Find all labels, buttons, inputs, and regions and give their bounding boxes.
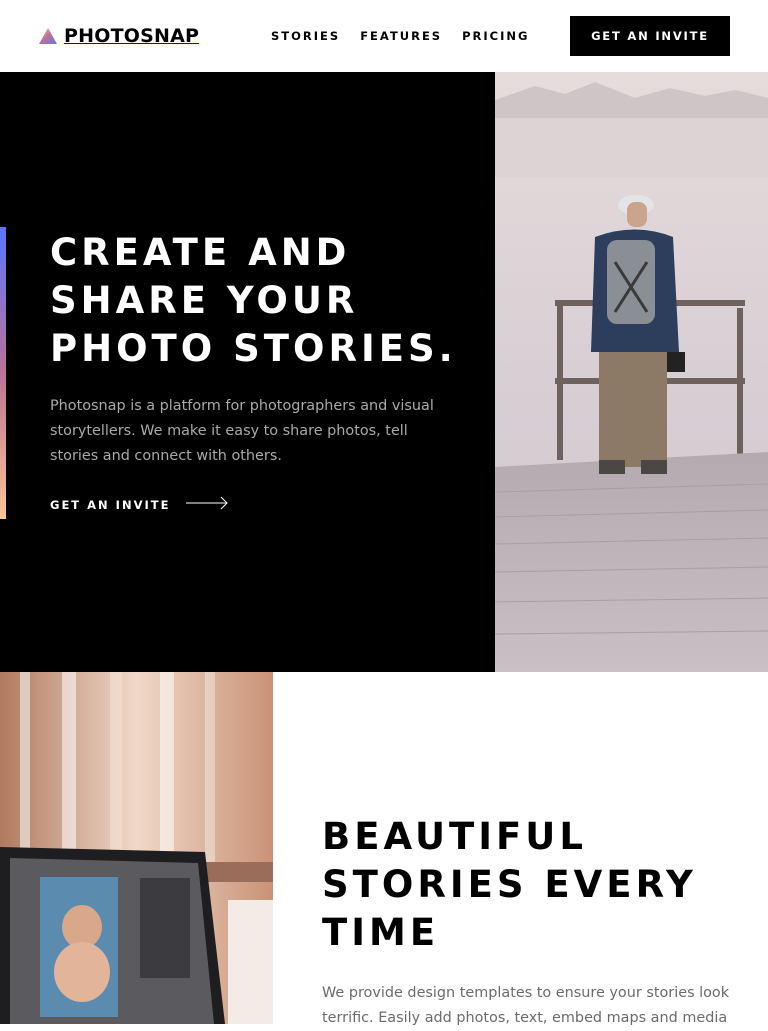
hero-title: CREATE AND SHARE YOUR PHOTO STORIES. [50, 231, 457, 370]
hero-panel: CREATE AND SHARE YOUR PHOTO STORIES. Pho… [0, 72, 495, 672]
get-invite-button[interactable]: GET AN INVITE [570, 16, 730, 56]
hero-photo-man-on-pier [495, 72, 768, 672]
site-header: PHOTOSNAP STORIES FEATURES PRICING GET A… [0, 0, 768, 72]
main-nav: STORIES FEATURES PRICING [271, 29, 529, 43]
feature-section: BEAUTIFUL STORIES EVERY TIME We provide … [0, 672, 768, 1026]
feature-title: BEAUTIFUL STORIES EVERY TIME [322, 815, 697, 954]
logo-link[interactable]: PHOTOSNAP [39, 24, 199, 48]
nav-item-pricing[interactable]: PRICING [462, 29, 529, 43]
nav-item-features[interactable]: FEATURES [360, 29, 442, 43]
arrow-right-icon [186, 495, 229, 514]
hero-link-label: GET AN INVITE [50, 497, 171, 512]
brand-name: PHOTOSNAP [64, 25, 200, 47]
hero-section: CREATE AND SHARE YOUR PHOTO STORIES. Pho… [0, 72, 768, 672]
hero-description: Photosnap is a platform for photographer… [50, 398, 434, 464]
gradient-accent-bar [0, 227, 6, 519]
hero-get-invite-link[interactable]: GET AN INVITE [50, 495, 229, 514]
feature-photo-laptop [0, 672, 273, 1024]
nav-item-stories[interactable]: STORIES [271, 29, 340, 43]
triangle-logo-icon [39, 28, 57, 44]
